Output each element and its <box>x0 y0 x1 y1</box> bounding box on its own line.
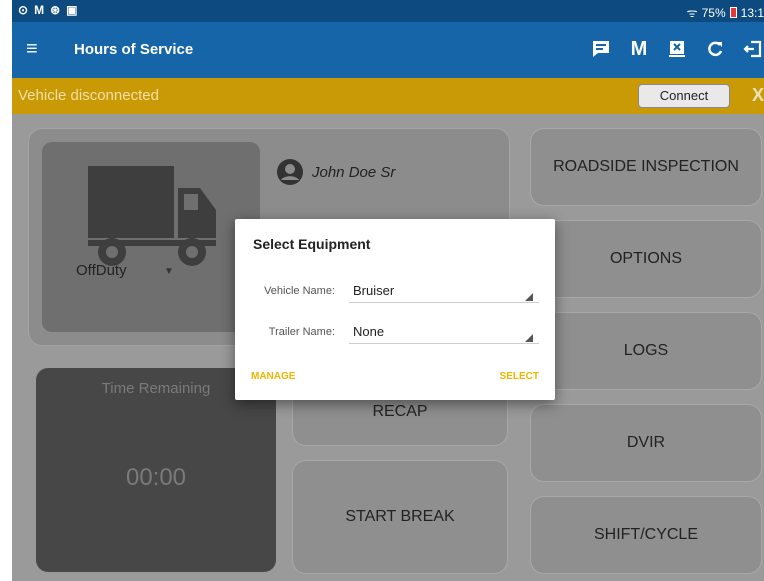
shift-cycle-button[interactable]: SHIFT/CYCLE <box>530 496 762 574</box>
manage-button[interactable]: MANAGE <box>251 371 295 382</box>
vehicle-name-label: Vehicle Name: <box>264 285 335 297</box>
sync-icon: ⊛ <box>50 3 61 17</box>
disconnected-message: Vehicle disconnected <box>18 87 159 104</box>
m-icon[interactable]: M <box>628 38 650 60</box>
location-icon: ⊙ <box>18 3 29 17</box>
app-screen: ⊙ M ⊛ ▣ ᯤ 75% 13:1 ≡ Hours of Service M <box>12 0 764 581</box>
trailer-name-underline <box>349 343 539 344</box>
vehicle-dropdown-icon[interactable] <box>525 293 533 301</box>
app-bar: ≡ Hours of Service M <box>12 22 764 78</box>
close-banner-icon[interactable]: X <box>752 85 764 106</box>
gmail-icon: M <box>34 3 45 17</box>
dvir-button[interactable]: DVIR <box>530 404 762 482</box>
vehicle-disconnected-banner: Vehicle disconnected Connect X <box>12 78 764 114</box>
time-remaining-value: 00:00 <box>125 464 187 491</box>
wifi-icon: ᯤ <box>686 6 698 20</box>
trailer-name-value[interactable]: None <box>353 324 384 339</box>
select-button[interactable]: SELECT <box>500 371 539 382</box>
vehicle-name-value[interactable]: Bruiser <box>353 283 394 298</box>
trailer-name-label: Trailer Name: <box>268 326 335 338</box>
driver-name: John Doe Sr <box>312 163 396 181</box>
clock: 13:1 <box>740 5 764 20</box>
roadside-inspection-button[interactable]: ROADSIDE INSPECTION <box>530 128 762 206</box>
logs-button[interactable]: LOGS <box>530 312 762 390</box>
vehicle-icon[interactable] <box>666 38 688 60</box>
status-bar: ⊙ M ⊛ ▣ ᯤ 75% 13:1 <box>12 0 764 22</box>
select-equipment-dialog: Select Equipment Vehicle Name: Bruiser T… <box>235 219 555 400</box>
start-break-button[interactable]: START BREAK <box>292 460 508 574</box>
hamburger-menu-icon[interactable]: ≡ <box>26 39 38 59</box>
refresh-icon[interactable] <box>704 38 726 60</box>
vehicle-name-underline <box>349 302 539 303</box>
sim-icon: ▣ <box>66 3 78 17</box>
chevron-down-icon[interactable]: ▼ <box>164 266 174 277</box>
duty-status-value[interactable]: OffDuty <box>76 262 127 279</box>
truck-icon <box>88 166 216 266</box>
trailer-dropdown-icon[interactable] <box>525 334 533 342</box>
page-title: Hours of Service <box>74 41 194 58</box>
options-button[interactable]: OPTIONS <box>530 220 762 298</box>
connect-button[interactable]: Connect <box>638 84 730 108</box>
duty-status-card[interactable] <box>42 142 260 332</box>
driver-info: John Doe Sr <box>276 158 395 186</box>
message-icon[interactable] <box>590 38 612 60</box>
account-icon <box>277 159 303 185</box>
battery-level: 75% <box>701 5 726 20</box>
dialog-title: Select Equipment <box>253 236 371 252</box>
battery-icon <box>729 7 737 18</box>
logout-icon[interactable] <box>742 38 764 60</box>
